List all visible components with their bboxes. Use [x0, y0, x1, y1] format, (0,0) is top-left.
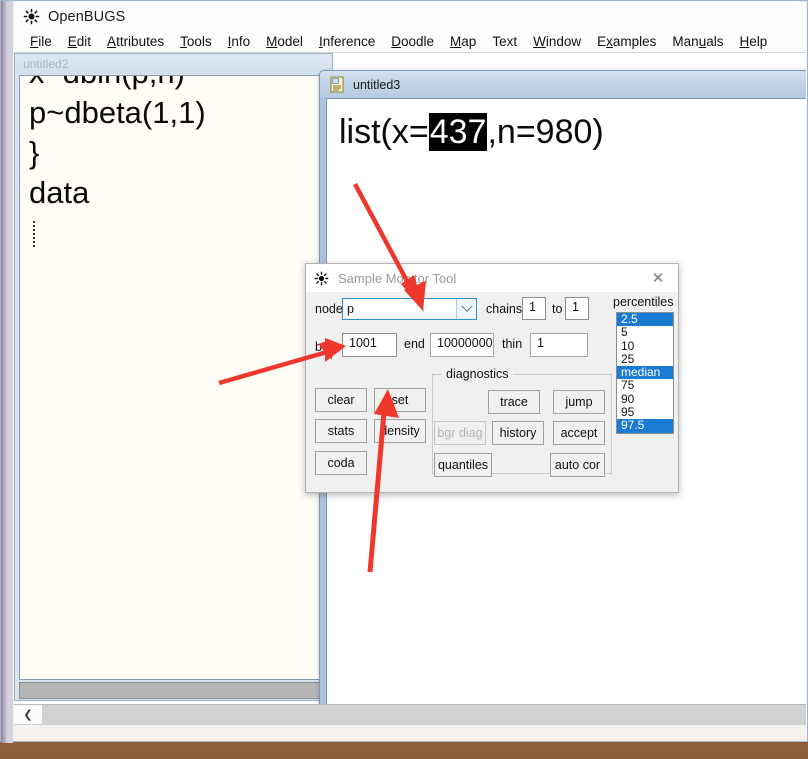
code-suffix: ,n=980)	[487, 113, 604, 151]
menu-item-inference[interactable]: Inference	[311, 33, 383, 50]
chains-from-input[interactable]: 1	[522, 297, 546, 320]
menu-item-help[interactable]: Help	[731, 33, 775, 50]
close-icon[interactable]: ✕	[638, 264, 678, 292]
untitled3-title: untitled3	[353, 77, 401, 92]
diagnostics-label: diagnostics	[442, 367, 513, 381]
node-combobox[interactable]: p	[342, 298, 477, 320]
chains-label: chains	[486, 302, 523, 316]
code-prefix: list(x=	[339, 113, 429, 151]
jump-button[interactable]: jump	[553, 390, 605, 414]
menu-item-examples[interactable]: Examples	[589, 33, 664, 50]
untitled2-title: untitled2	[23, 57, 69, 71]
beg-value: 1001	[349, 336, 377, 350]
menu-item-manuals[interactable]: Manuals	[664, 33, 731, 50]
percentile-item[interactable]: 25	[617, 352, 673, 366]
openbugs-sun-icon	[314, 271, 329, 286]
thin-label: thin	[502, 337, 523, 351]
untitled2-horizontal-scrollbar[interactable]	[19, 682, 328, 699]
menu-item-text[interactable]: Text	[484, 33, 525, 50]
menu-item-edit[interactable]: Edit	[60, 33, 99, 50]
menu-item-file[interactable]: File	[22, 33, 60, 50]
untitled2-text-area[interactable]: x~dbin(p,n) p~dbeta(1,1) } data	[19, 75, 328, 680]
main-horizontal-scrollbar[interactable]: ❮	[14, 704, 806, 724]
chains-from-value: 1	[529, 300, 536, 314]
clear-button[interactable]: clear	[315, 388, 367, 412]
untitled2-code-line: data	[29, 175, 90, 210]
document-icon	[330, 76, 345, 93]
beg-label: beg	[315, 340, 336, 354]
selected-text: 437	[428, 113, 488, 151]
beg-input[interactable]: 1001	[342, 333, 397, 357]
percentiles-listbox[interactable]: 2.5 5 10 25 median 75 90 95 97.5	[616, 312, 674, 434]
untitled2-code-line: }	[29, 135, 40, 170]
window-left-edge	[1, 1, 13, 743]
percentile-item[interactable]: 90	[617, 392, 673, 406]
percentile-item[interactable]: 75	[617, 379, 673, 393]
menubar[interactable]: File Edit Attributes Tools Info Model In…	[14, 31, 806, 53]
dialog-title: Sample Monitor Tool	[338, 270, 457, 286]
percentile-item[interactable]: 95	[617, 405, 673, 419]
untitled2-code-line: x~dbin(p,n)	[20, 76, 327, 93]
untitled3-titlebar[interactable]: untitled3	[320, 71, 806, 98]
quantiles-button[interactable]: quantiles	[434, 453, 492, 477]
document-window-untitled2[interactable]: untitled2 x~dbin(p,n) p~dbeta(1,1) } dat…	[14, 53, 333, 701]
chevron-left-icon[interactable]: ❮	[14, 704, 42, 724]
node-value: p	[347, 302, 354, 316]
percentile-item[interactable]: 5	[617, 325, 673, 339]
coda-button[interactable]: coda	[315, 451, 367, 475]
node-label: node	[315, 302, 343, 316]
chevron-down-icon[interactable]	[456, 299, 476, 319]
thin-input[interactable]: 1	[530, 333, 588, 357]
accept-button[interactable]: accept	[553, 421, 605, 445]
chains-to-value: 1	[572, 300, 579, 314]
sample-monitor-tool-dialog[interactable]: Sample Monitor Tool ✕ node p chains 1 to…	[305, 263, 679, 493]
percentiles-label: percentiles	[613, 295, 674, 309]
untitled3-code: list(x=437,n=980)	[327, 99, 806, 152]
trace-button[interactable]: trace	[488, 390, 540, 414]
menu-item-info[interactable]: Info	[220, 33, 259, 50]
end-value: 10000000	[437, 336, 493, 350]
menu-item-window[interactable]: Window	[525, 33, 589, 50]
menu-item-map[interactable]: Map	[442, 33, 484, 50]
menu-item-tools[interactable]: Tools	[172, 33, 220, 50]
percentile-item[interactable]: 97.5	[617, 419, 673, 433]
dialog-titlebar[interactable]: Sample Monitor Tool ✕	[306, 264, 678, 292]
untitled2-titlebar[interactable]: untitled2	[15, 54, 332, 74]
text-caret	[33, 221, 37, 247]
chains-to-label: to	[552, 302, 563, 316]
auto-cor-button[interactable]: auto cor	[550, 453, 605, 477]
end-label: end	[404, 337, 425, 351]
percentile-item[interactable]: median	[617, 365, 673, 380]
density-button[interactable]: density	[374, 419, 426, 443]
menu-item-model[interactable]: Model	[258, 33, 311, 50]
menu-item-doodle[interactable]: Doodle	[383, 33, 442, 50]
menu-item-attributes[interactable]: Attributes	[99, 33, 172, 50]
stats-button[interactable]: stats	[315, 419, 367, 443]
percentile-item[interactable]: 2.5	[617, 313, 673, 327]
app-titlebar: OpenBUGS	[14, 2, 806, 31]
set-button[interactable]: set	[374, 388, 426, 412]
thin-value: 1	[537, 336, 544, 350]
scrollbar-track[interactable]	[42, 704, 806, 724]
openbugs-main-window: OpenBUGS File Edit Attributes Tools Info…	[0, 0, 808, 743]
openbugs-sun-icon	[23, 8, 40, 25]
app-title: OpenBUGS	[48, 8, 126, 25]
percentile-item[interactable]: 10	[617, 339, 673, 353]
bgr-diag-button: bgr diag	[434, 421, 486, 445]
history-button[interactable]: history	[492, 421, 544, 445]
chains-to-input[interactable]: 1	[565, 297, 589, 320]
untitled2-code-line: p~dbeta(1,1)	[29, 95, 206, 130]
untitled2-caret-line	[20, 213, 327, 253]
status-bar	[14, 724, 806, 740]
end-input[interactable]: 10000000	[430, 333, 494, 357]
